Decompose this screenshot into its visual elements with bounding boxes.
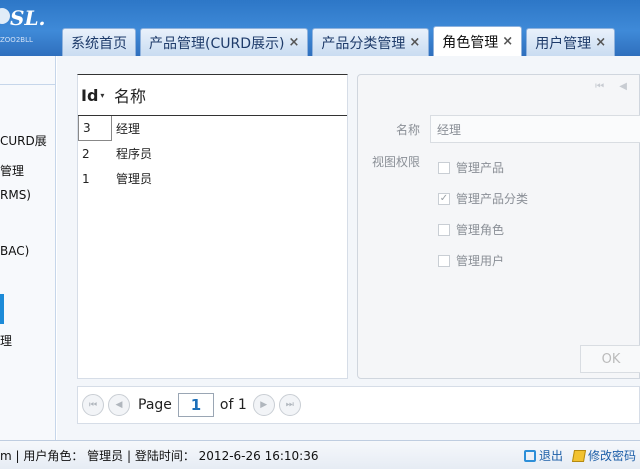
form-nav-icon[interactable]: ⏮ ◀ [595,81,633,92]
role-grid: Id ▾ 名称 3 经理 2 程序员 1 管理员 [77,74,348,379]
sidebar-selected-indicator [0,294,4,324]
sidebar-item-role[interactable]: 理 [0,332,12,349]
permission-label: 视图权限 [372,155,421,169]
close-icon[interactable]: × [502,34,513,49]
session-info: m | 用户角色： 管理员 | 登陆时间： 2012-6-26 16:10:36 [0,448,319,463]
checkbox-manage-user[interactable]: 管理用户 [438,252,504,269]
tab-product-category[interactable]: 产品分类管理 × [312,28,430,56]
checkbox-icon[interactable] [438,223,450,236]
page-label: Page [138,397,172,413]
grid-header: Id ▾ 名称 [78,75,347,116]
checkbox-label: 管理用户 [456,254,505,268]
tab-role-management[interactable]: 角色管理 × [433,26,523,56]
tab-product-management[interactable]: 产品管理(CURD展示) × [140,28,309,56]
name-field[interactable]: 经理 [430,115,640,143]
logo-subtext: ZOO2BLL [0,36,33,44]
page-number-input[interactable]: 1 [177,393,214,417]
checkbox-label: 管理角色 [456,223,505,237]
column-header-name[interactable]: 名称 [112,83,146,107]
change-password-label: 修改密码 [587,449,636,463]
logo: SL. ZOO2BLL [0,0,60,56]
cell-name: 程序员 [116,147,153,161]
logo-mark-icon [0,8,10,24]
cell-id: 1 [82,171,90,186]
app-header: SL. ZOO2BLL 系统首页 产品管理(CURD展示) × 产品分类管理 ×… [0,0,640,56]
table-row[interactable]: 2 程序员 [78,141,347,166]
tab-label: 产品分类管理 [321,35,406,52]
column-header-id[interactable]: Id ▾ [78,86,112,105]
tab-bar: 系统首页 产品管理(CURD展示) × 产品分类管理 × 角色管理 × 用户管理… [62,26,619,56]
sidebar-item-management[interactable]: 管理 [0,162,24,179]
change-password-link[interactable]: 修改密码 [571,447,636,464]
sidebar: CURD展 管理 RMS) BAC) 理 [0,56,56,440]
prev-page-icon[interactable]: ◀ [108,394,130,416]
page-total-label: of 1 [219,397,247,413]
tab-label: 系统首页 [71,35,127,52]
tab-home[interactable]: 系统首页 [62,28,136,56]
logout-label: 退出 [538,449,563,463]
footer-links: 退出 修改密码 [523,447,636,464]
first-page-icon[interactable]: ⏮ [82,394,104,416]
cell-id: 3 [78,116,112,141]
status-bar: m | 用户角色： 管理员 | 登陆时间： 2012-6-26 16:10:36… [0,440,640,469]
logo-text: SL. [10,6,46,30]
name-label: 名称 [396,123,421,137]
table-row[interactable]: 3 经理 [78,116,347,141]
next-page-icon[interactable]: ▶ [252,394,275,416]
tab-label: 产品管理(CURD展示) [149,35,285,52]
tab-user-management[interactable]: 用户管理 × [526,28,616,56]
sidebar-divider [0,84,55,85]
exit-icon [523,449,536,462]
checkbox-label: 管理产品 [456,161,505,175]
checkbox-manage-product[interactable]: 管理产品 [438,159,504,176]
checkbox-icon[interactable] [438,254,450,267]
main-content: Id ▾ 名称 3 经理 2 程序员 1 管理员 ⏮ ◀ 名称 经理 视图权限 … [57,56,640,440]
role-form: ⏮ ◀ 名称 经理 视图权限 管理产品 ✓ 管理产品分类 管理角色 管理用户 O… [357,74,640,379]
close-icon[interactable]: × [409,35,420,50]
edit-icon [571,449,587,462]
checkbox-manage-product-category[interactable]: ✓ 管理产品分类 [438,190,528,207]
cell-id: 2 [82,146,90,161]
pagination-bar: ⏮ ◀ Page 1 of 1 ▶ ⏭ [77,386,640,424]
sidebar-item-curd[interactable]: CURD展 [0,132,47,149]
close-icon[interactable]: × [288,35,299,50]
checkbox-icon[interactable] [438,161,450,174]
logout-link[interactable]: 退出 [523,447,563,464]
checkmark-icon[interactable]: ✓ [438,192,450,205]
tab-label: 用户管理 [535,35,592,52]
cell-name: 管理员 [116,172,153,186]
last-page-icon[interactable]: ⏭ [278,394,301,416]
checkbox-manage-role[interactable]: 管理角色 [438,221,504,238]
checkbox-label: 管理产品分类 [456,192,529,206]
sidebar-item-rms[interactable]: RMS) [0,188,31,202]
tab-label: 角色管理 [442,34,499,51]
close-icon[interactable]: × [595,35,606,50]
sidebar-item-rbac[interactable]: BAC) [0,244,29,258]
sort-icon[interactable]: ▾ [100,91,104,100]
column-id-label: Id [81,85,99,105]
ok-button[interactable]: OK [580,345,640,373]
cell-name: 经理 [116,122,141,136]
table-row[interactable]: 1 管理员 [78,166,347,191]
